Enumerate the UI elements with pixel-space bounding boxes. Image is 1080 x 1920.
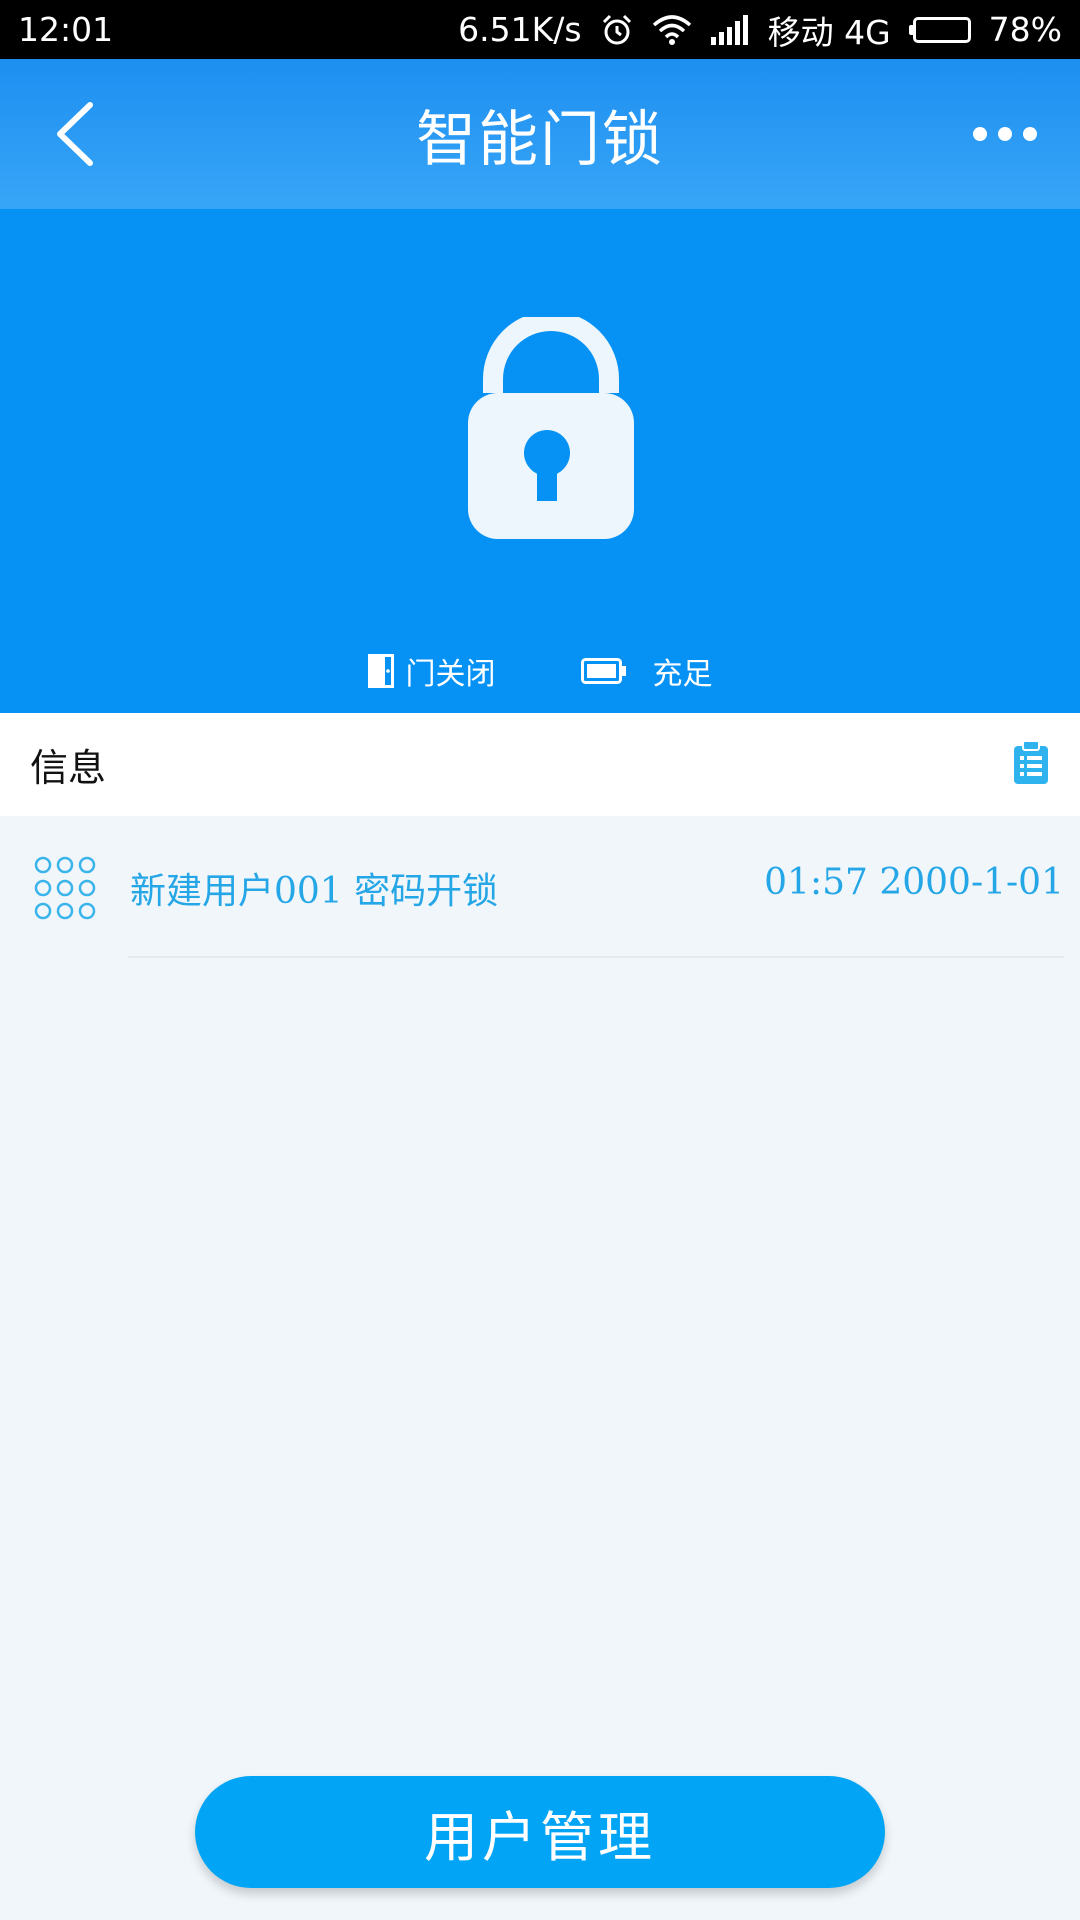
lock-status-panel: 门关闭 充足 <box>0 209 1080 713</box>
lock-status-row: 门关闭 充足 <box>0 639 1080 703</box>
back-button[interactable] <box>50 99 110 169</box>
keypad-icon <box>34 856 96 920</box>
network-speed: 6.51K/s <box>458 10 582 49</box>
user-management-button[interactable]: 用户管理 <box>195 1776 885 1888</box>
status-bar: 12:01 6.51K/s 移动 4G 78% <box>0 0 1080 59</box>
log-time: 01:57 2000-1-01 <box>764 862 1064 903</box>
battery-full-icon <box>580 658 626 684</box>
battery-status-label: 充足 <box>652 657 713 692</box>
status-icons: 6.51K/s 移动 4G 78% <box>458 6 1062 54</box>
carrier-label: 移动 4G <box>767 12 891 52</box>
divider <box>128 956 1064 958</box>
wifi-icon <box>652 14 691 45</box>
log-text: 新建用户001 密码开锁 <box>130 871 499 912</box>
info-section-header: 信息 <box>0 713 1080 816</box>
page-title: 智能门锁 <box>416 104 664 175</box>
list-item[interactable]: 新建用户001 密码开锁 01:57 2000-1-01 <box>0 816 1080 958</box>
app-header: 智能门锁 <box>0 59 1080 209</box>
clipboard-list-icon[interactable] <box>1012 740 1050 786</box>
signal-icon <box>710 14 748 45</box>
battery-status: 充足 <box>580 649 713 693</box>
more-button[interactable] <box>970 114 1040 154</box>
door-status: 门关闭 <box>367 649 496 693</box>
door-icon <box>367 654 394 688</box>
chevron-left-icon <box>57 102 93 166</box>
more-horizontal-icon <box>973 127 1037 141</box>
battery-icon <box>908 16 971 43</box>
padlock-icon <box>468 317 634 539</box>
alarm-icon <box>602 14 631 44</box>
info-title: 信息 <box>30 746 107 790</box>
status-time: 12:01 <box>18 10 114 49</box>
door-status-label: 门关闭 <box>405 657 496 692</box>
battery-percent: 78% <box>988 10 1062 49</box>
